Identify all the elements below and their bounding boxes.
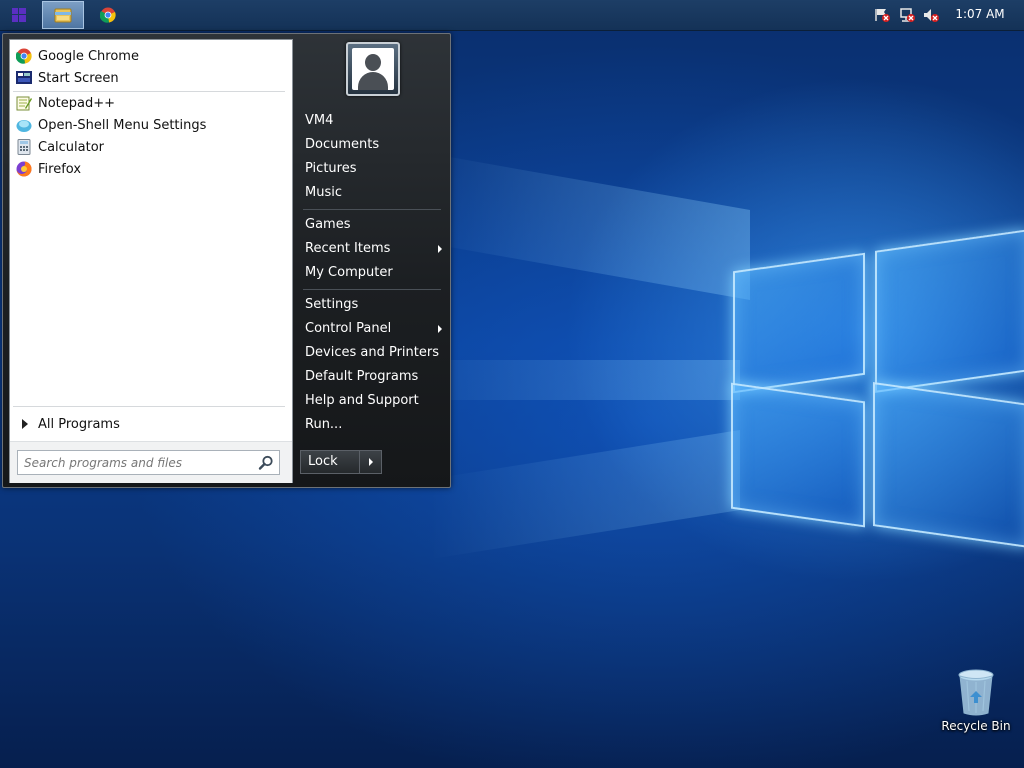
menu-item-label: Games <box>305 217 351 232</box>
wallpaper-window-pane <box>733 252 865 394</box>
menu-item-documents[interactable]: Documents <box>299 133 444 156</box>
recent-item-label: Open-Shell Menu Settings <box>38 117 207 133</box>
menu-item-vm4[interactable]: VM4 <box>299 109 444 132</box>
menu-item-label: Documents <box>305 137 380 152</box>
menu-item-recent-items[interactable]: Recent Items <box>299 237 444 260</box>
search-box[interactable] <box>17 450 280 475</box>
recent-open-shell-settings[interactable]: Open-Shell Menu Settings <box>13 114 283 136</box>
menu-item-label: Help and Support <box>305 393 419 408</box>
submenu-arrow-icon <box>438 325 442 333</box>
recent-calculator[interactable]: Calculator <box>13 136 283 158</box>
wallpaper-window-pane <box>731 382 865 528</box>
menu-item-label: Run... <box>305 417 343 432</box>
user-avatar[interactable] <box>346 42 400 96</box>
menu-item-label: Devices and Printers <box>305 345 439 360</box>
chrome-icon <box>15 48 32 64</box>
search-icon[interactable] <box>257 454 275 472</box>
menu-separator <box>303 289 441 290</box>
pinned-item-label: Google Chrome <box>38 48 139 64</box>
wallpaper-beam <box>420 151 750 300</box>
recycle-bin-label: Recycle Bin <box>941 719 1011 733</box>
expand-arrow-icon <box>22 419 28 429</box>
chevron-right-icon <box>369 458 373 466</box>
windows-logo-icon <box>12 8 26 22</box>
start-menu: Google Chrome Start Screen Notepad++ Ope… <box>2 33 451 488</box>
start-screen-icon <box>16 70 32 86</box>
folder-icon <box>54 8 72 23</box>
wallpaper-window-pane <box>875 229 1024 393</box>
all-programs-button[interactable]: All Programs <box>18 412 288 436</box>
wallpaper-window-pane <box>873 382 1024 548</box>
taskbar-chrome-button[interactable] <box>88 1 128 29</box>
menu-item-label: Settings <box>305 297 359 312</box>
menu-item-music[interactable]: Music <box>299 181 444 204</box>
menu-item-label: VM4 <box>305 113 334 128</box>
desktop-icon-recycle-bin[interactable]: Recycle Bin <box>936 665 1016 735</box>
taskbar: 1:07 AM <box>0 0 1024 31</box>
action-center-icon[interactable] <box>873 0 891 30</box>
start-menu-left-pane: Google Chrome Start Screen Notepad++ Ope… <box>9 39 293 483</box>
menu-item-label: Default Programs <box>305 369 419 384</box>
recent-item-label: Firefox <box>38 161 82 177</box>
recycle-bin-icon <box>958 669 994 716</box>
user-picture-icon <box>352 48 394 90</box>
lock-button[interactable]: Lock <box>300 450 360 474</box>
menu-item-label: Control Panel <box>305 321 392 336</box>
open-shell-icon <box>16 117 32 133</box>
menu-item-help-and-support[interactable]: Help and Support <box>299 389 444 412</box>
flag-icon <box>875 9 890 22</box>
taskbar-clock[interactable]: 1:07 AM <box>946 0 1014 30</box>
menu-item-games[interactable]: Games <box>299 213 444 236</box>
all-programs-label: All Programs <box>38 416 120 432</box>
menu-item-pictures[interactable]: Pictures <box>299 157 444 180</box>
menu-item-label: Recent Items <box>305 241 391 256</box>
menu-item-control-panel[interactable]: Control Panel <box>299 317 444 340</box>
menu-item-label: Pictures <box>305 161 357 176</box>
volume-icon[interactable] <box>922 0 940 30</box>
pinned-google-chrome[interactable]: Google Chrome <box>13 45 283 67</box>
menu-item-my-computer[interactable]: My Computer <box>299 261 444 284</box>
menu-item-label: My Computer <box>305 265 393 280</box>
menu-item-devices-and-printers[interactable]: Devices and Printers <box>299 341 444 364</box>
wallpaper-beam <box>430 430 740 560</box>
network-disconnected-icon <box>900 8 915 22</box>
firefox-icon <box>16 161 32 177</box>
chrome-icon <box>100 7 116 23</box>
network-icon[interactable] <box>898 0 916 30</box>
volume-muted-icon <box>924 9 939 22</box>
recent-notepadpp[interactable]: Notepad++ <box>13 92 283 114</box>
all-programs-separator <box>13 406 285 407</box>
menu-item-default-programs[interactable]: Default Programs <box>299 365 444 388</box>
taskbar-file-explorer-button[interactable] <box>42 1 84 29</box>
search-input[interactable] <box>18 452 257 473</box>
menu-item-run[interactable]: Run... <box>299 413 444 436</box>
power-options-button[interactable] <box>360 450 382 474</box>
menu-separator <box>303 209 441 210</box>
calculator-icon <box>16 139 32 155</box>
submenu-arrow-icon <box>438 245 442 253</box>
recent-item-label: Calculator <box>38 139 105 155</box>
start-button[interactable] <box>0 1 38 29</box>
recent-firefox[interactable]: Firefox <box>13 158 283 180</box>
recent-item-label: Notepad++ <box>38 95 116 111</box>
pinned-start-screen[interactable]: Start Screen <box>13 67 283 89</box>
notepadpp-icon <box>16 95 32 111</box>
menu-item-label: Music <box>305 185 342 200</box>
menu-item-settings[interactable]: Settings <box>299 293 444 316</box>
pinned-item-label: Start Screen <box>38 70 119 86</box>
